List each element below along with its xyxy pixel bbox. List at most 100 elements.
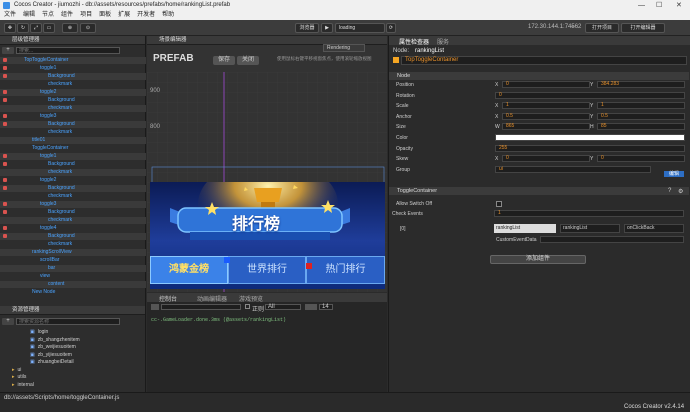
- menu-help[interactable]: 帮助: [162, 12, 174, 18]
- lock-icon[interactable]: [3, 122, 7, 126]
- font-size-select[interactable]: 14: [319, 304, 333, 310]
- close-button[interactable]: ✕: [676, 0, 682, 11]
- hierarchy-row[interactable]: checkmark: [0, 169, 146, 176]
- hierarchy-row[interactable]: toggle2: [0, 89, 146, 96]
- clear-console-icon[interactable]: [151, 304, 159, 310]
- menu-component[interactable]: 组件: [61, 12, 73, 18]
- node-name-field[interactable]: TopToggleContainer: [401, 56, 687, 65]
- lock-icon[interactable]: [3, 178, 7, 182]
- console-filter-input[interactable]: [161, 304, 241, 310]
- maximize-button[interactable]: ☐: [656, 0, 662, 11]
- tab-services[interactable]: 服务: [437, 37, 449, 46]
- hierarchy-row[interactable]: Background: [0, 185, 146, 192]
- prop-field-x[interactable]: 865: [502, 123, 590, 131]
- hierarchy-row[interactable]: Background: [0, 73, 146, 80]
- hierarchy-row[interactable]: rankingScrollView: [0, 249, 146, 256]
- asset-item[interactable]: ▣ zb_yijiesuoitem: [30, 352, 72, 359]
- add-component-button[interactable]: 添加组件: [490, 255, 586, 264]
- add-node-button[interactable]: +: [2, 47, 14, 54]
- asset-item[interactable]: ▣ login: [30, 329, 48, 336]
- lock-icon[interactable]: [3, 74, 7, 78]
- asset-search-input[interactable]: [16, 318, 120, 325]
- gear-icon[interactable]: ⚙: [678, 188, 683, 195]
- group-edit-button[interactable]: 编辑: [664, 171, 684, 177]
- tab-properties[interactable]: 属性检查器: [399, 37, 429, 46]
- menu-edit[interactable]: 编辑: [23, 12, 35, 18]
- prop-field[interactable]: ui: [495, 165, 651, 173]
- menu-node[interactable]: 节点: [42, 12, 54, 18]
- prop-field-y[interactable]: 1: [597, 102, 685, 110]
- prop-field-x[interactable]: 0: [502, 81, 590, 88]
- hierarchy-search-input[interactable]: [16, 47, 120, 54]
- scene-select[interactable]: loading: [335, 23, 385, 33]
- lock-icon[interactable]: [3, 162, 7, 166]
- rect-tool-icon[interactable]: ▭: [43, 23, 55, 33]
- asset-item[interactable]: ▸ ui: [12, 367, 21, 374]
- menu-project[interactable]: 项目: [80, 12, 92, 18]
- lock-icon[interactable]: [3, 114, 7, 118]
- lock-icon[interactable]: [3, 154, 7, 158]
- hierarchy-row[interactable]: checkmark: [0, 105, 146, 112]
- minimize-button[interactable]: —: [638, 0, 645, 11]
- lock-icon[interactable]: [3, 202, 7, 206]
- help-icon[interactable]: ?: [668, 188, 671, 194]
- prop-field-y[interactable]: 0: [597, 155, 685, 163]
- lock-icon[interactable]: [3, 186, 7, 190]
- prop-field-y[interactable]: 384.283: [597, 81, 685, 88]
- hierarchy-row[interactable]: toggle1: [0, 153, 146, 160]
- preview-mode-select[interactable]: 浏览器: [295, 23, 319, 33]
- pivot-toggle[interactable]: ⊙: [80, 23, 96, 33]
- node-section-header[interactable]: Node: [389, 72, 689, 80]
- menu-extension[interactable]: 扩展: [118, 12, 130, 18]
- prop-field-y[interactable]: 85: [597, 123, 685, 131]
- active-checkbox[interactable]: [393, 57, 399, 63]
- menu-file[interactable]: 文件: [4, 12, 16, 18]
- prop-field-x[interactable]: 0.5: [502, 112, 590, 120]
- tab-animation-editor[interactable]: 动画编辑器: [197, 294, 227, 303]
- menu-developer[interactable]: 开发者: [137, 12, 155, 18]
- hierarchy-row[interactable]: Background: [0, 233, 146, 240]
- move-tool-icon[interactable]: ✥: [4, 23, 16, 33]
- tab-hot-ranking[interactable]: 热门排行: [306, 256, 385, 284]
- open-project-button[interactable]: 打开项目: [585, 23, 619, 33]
- node-anchor-handle[interactable]: [224, 257, 230, 263]
- rotate-tool-icon[interactable]: ↻: [17, 23, 29, 33]
- hierarchy-row[interactable]: content: [0, 281, 146, 288]
- prop-field[interactable]: 255: [495, 144, 685, 152]
- open-editor-button[interactable]: 打开编辑器: [621, 23, 665, 33]
- menu-panel[interactable]: 面板: [99, 12, 111, 18]
- prefab-close-button[interactable]: 关闭: [237, 56, 259, 65]
- play-button[interactable]: ▶: [321, 23, 333, 33]
- lock-icon[interactable]: [3, 226, 7, 230]
- refresh-icon[interactable]: ⟳: [386, 23, 396, 33]
- tab-game-preview[interactable]: 游戏预览: [239, 294, 263, 303]
- add-asset-button[interactable]: +: [2, 318, 14, 325]
- tab-harmony-ranking[interactable]: 鸿蒙金榜: [150, 256, 228, 284]
- lock-icon[interactable]: [3, 66, 7, 70]
- prefab-save-button[interactable]: 保存: [213, 56, 235, 65]
- hierarchy-row[interactable]: Background: [0, 121, 146, 128]
- tab-console[interactable]: 控制台: [159, 294, 177, 303]
- hierarchy-row[interactable]: TopToggleContainer: [0, 57, 146, 64]
- x-axis-handle[interactable]: [306, 263, 312, 269]
- tab-world-ranking[interactable]: 世界排行: [228, 256, 306, 284]
- event-target-node-field[interactable]: rankingList: [494, 224, 556, 233]
- event-handler-select[interactable]: onClickBack: [624, 224, 684, 233]
- log-level-select[interactable]: All: [265, 304, 301, 310]
- hierarchy-row[interactable]: title01: [0, 137, 146, 144]
- toggle-container-header[interactable]: ToggleContainer: [389, 187, 689, 195]
- hierarchy-row[interactable]: bar: [0, 265, 146, 272]
- hierarchy-row[interactable]: toggle3: [0, 201, 146, 208]
- rendering-select[interactable]: Rendering: [323, 44, 365, 52]
- check-events-count[interactable]: 1: [494, 210, 684, 217]
- prop-field-x[interactable]: 1: [502, 102, 590, 110]
- lock-icon[interactable]: [3, 234, 7, 238]
- asset-item[interactable]: ▸ internal: [12, 382, 34, 389]
- prop-field[interactable]: 0: [495, 91, 685, 99]
- asset-item[interactable]: ▣ zb_weijiesuoitem: [30, 344, 76, 351]
- scale-tool-icon[interactable]: ⤢: [30, 23, 42, 33]
- lock-icon[interactable]: [3, 58, 7, 62]
- prop-field-x[interactable]: 0: [502, 155, 590, 163]
- prop-field-y[interactable]: 0.5: [597, 112, 685, 120]
- lock-icon[interactable]: [3, 90, 7, 94]
